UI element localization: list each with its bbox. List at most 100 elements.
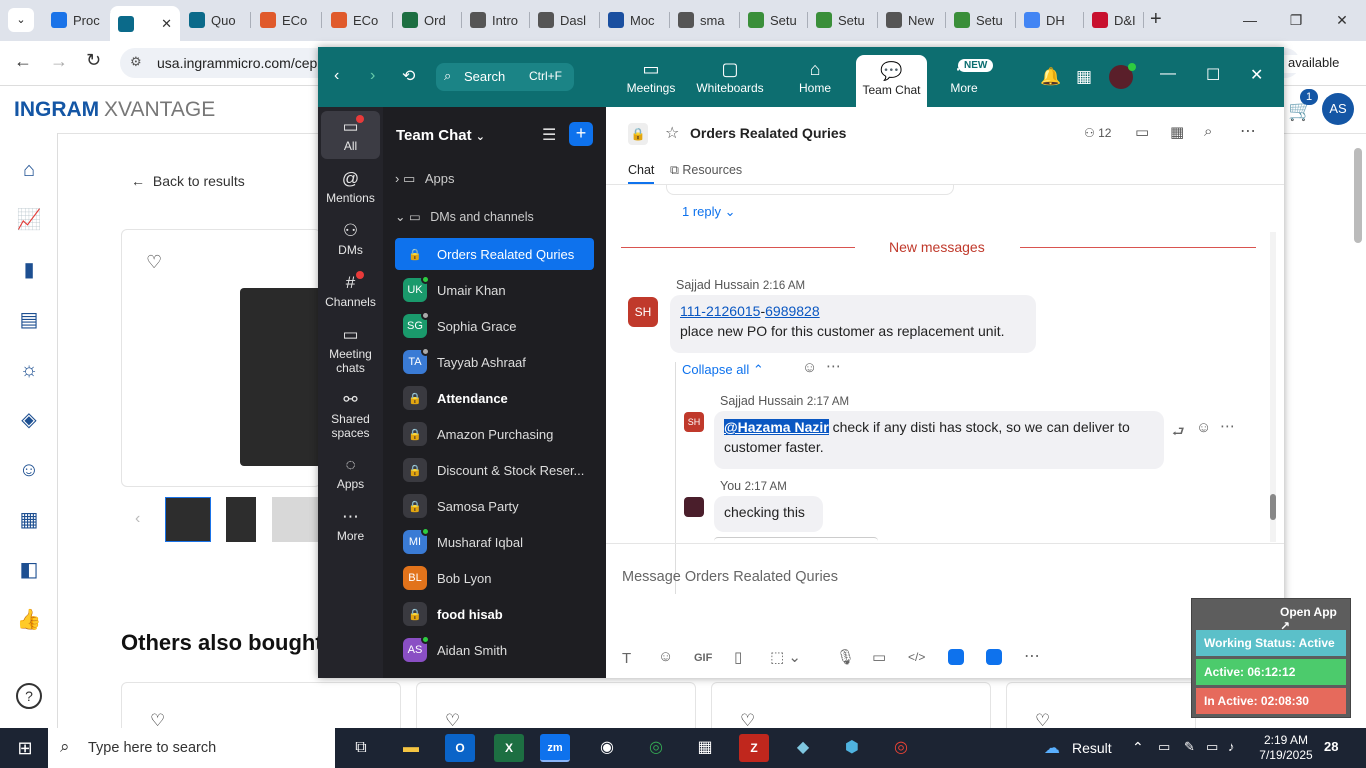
outlook-icon[interactable]: O bbox=[445, 734, 475, 762]
cube-icon[interactable]: ◈ bbox=[16, 407, 42, 433]
channel-item[interactable]: BL Bob Lyon bbox=[395, 562, 594, 594]
browser-tab[interactable]: ✕ bbox=[110, 6, 180, 41]
channel-item[interactable]: 🔒 Attendance bbox=[395, 382, 594, 414]
browser-tab[interactable]: Setu bbox=[808, 6, 878, 34]
more-dots-icon[interactable]: ⋯ bbox=[1240, 121, 1256, 141]
volume-icon[interactable]: ♪ bbox=[1228, 739, 1235, 754]
bag-icon[interactable]: ◧ bbox=[16, 557, 42, 583]
channel-item[interactable]: 🔒 Orders Realated Quries bbox=[395, 238, 594, 270]
tab-resources[interactable]: ⧉ Resources bbox=[670, 163, 742, 178]
code-icon[interactable]: </> bbox=[908, 650, 925, 664]
help-icon[interactable]: ? bbox=[16, 683, 42, 709]
browser-tab[interactable]: Moc bbox=[600, 6, 670, 34]
pen-icon[interactable]: ✎ bbox=[1184, 739, 1195, 755]
emoji-react-icon[interactable]: ☺ bbox=[802, 359, 817, 376]
orders-icon[interactable]: ▤ bbox=[16, 307, 42, 333]
rail-mentions[interactable]: @ Mentions bbox=[321, 167, 380, 205]
star-icon[interactable]: ☆ bbox=[665, 123, 679, 143]
phone-link[interactable]: 6989828 bbox=[765, 303, 820, 319]
reply-icon[interactable]: ⮐ bbox=[1172, 421, 1185, 445]
history-icon[interactable]: ⟲ bbox=[402, 66, 415, 86]
browser-tab[interactable]: ECo bbox=[323, 6, 393, 34]
minimize-icon[interactable]: — bbox=[1230, 8, 1270, 32]
task-view-icon[interactable]: ⧉ bbox=[346, 734, 376, 762]
channel-item[interactable]: 🔒 Samosa Party bbox=[395, 490, 594, 522]
browser-tab[interactable]: Intro bbox=[462, 6, 530, 34]
browser-tab[interactable]: sma bbox=[670, 6, 740, 34]
rail-channels[interactable]: # Channels bbox=[321, 271, 380, 309]
minimize-icon[interactable]: — bbox=[1160, 65, 1176, 83]
app-icon[interactable] bbox=[986, 649, 1002, 665]
browser-tab[interactable]: Dasl bbox=[530, 6, 600, 34]
rail-shared-spaces[interactable]: ⚯ Shared spaces bbox=[321, 388, 380, 440]
nav-team-chat[interactable]: 💬 Team Chat bbox=[856, 55, 927, 107]
taskbar-search[interactable]: ⌕ Type here to search bbox=[48, 728, 335, 768]
file-icon[interactable]: ▯ bbox=[734, 648, 742, 666]
close-tab-icon[interactable]: ✕ bbox=[161, 16, 172, 32]
tab-chat[interactable]: Chat bbox=[628, 163, 655, 184]
page-scrollbar[interactable] bbox=[1354, 148, 1362, 243]
maximize-icon[interactable]: ☐ bbox=[1206, 65, 1220, 85]
browser-tab[interactable]: DH bbox=[1016, 6, 1084, 34]
message-input[interactable]: Message Orders Realated Quries bbox=[622, 569, 838, 585]
back-arrow-icon[interactable]: ← bbox=[14, 51, 32, 72]
format-text-icon[interactable]: T bbox=[622, 650, 631, 667]
message-bubble[interactable]: checking this bbox=[714, 496, 823, 532]
avatar[interactable]: SH bbox=[628, 297, 658, 327]
browser-tab[interactable]: Setu bbox=[740, 6, 808, 34]
calendar-icon[interactable]: ▦ bbox=[1170, 123, 1184, 141]
channel-item[interactable]: TA Tayyab Ashraaf bbox=[395, 346, 594, 378]
idea-icon[interactable]: ☼ bbox=[16, 357, 42, 383]
message-bubble[interactable]: 111-2126015-6989828 place new PO for thi… bbox=[670, 295, 1036, 353]
browser-tab[interactable]: Quo bbox=[181, 6, 251, 34]
thumbs-up-icon[interactable]: 👍 bbox=[16, 607, 42, 633]
rail-meeting-chats[interactable]: ▭ Meeting chats bbox=[321, 323, 380, 375]
chevron-up-icon[interactable]: ⌃ bbox=[1132, 739, 1144, 756]
emoji-react-icon[interactable]: ☺ bbox=[1196, 419, 1211, 436]
calendar-icon[interactable]: ▦ bbox=[16, 507, 42, 533]
thumbnail-2[interactable] bbox=[226, 497, 256, 542]
home-icon[interactable]: ⌂ bbox=[16, 157, 42, 183]
message-bubble[interactable]: @Hazama Nazir check if any disti has sto… bbox=[714, 411, 1164, 469]
browser-tab[interactable]: New bbox=[878, 6, 946, 34]
chat-scrollbar[interactable] bbox=[1270, 494, 1276, 520]
rail-dms[interactable]: ⚇ DMs bbox=[321, 219, 380, 257]
tab-search-icon[interactable]: ⌄ bbox=[8, 8, 34, 32]
apps-section[interactable]: › ▭ Apps bbox=[395, 171, 454, 187]
excel-icon[interactable]: X bbox=[494, 734, 524, 762]
display-icon[interactable]: ▭ bbox=[1206, 739, 1218, 755]
channel-item[interactable]: 🔒 Amazon Purchasing bbox=[395, 418, 594, 450]
back-chevron-icon[interactable]: ‹ bbox=[334, 67, 339, 85]
forward-arrow-icon[interactable]: → bbox=[50, 51, 68, 72]
dms-channels-section[interactable]: ⌄ ▭ DMs and channels bbox=[395, 209, 534, 224]
mention-tag[interactable]: @Hazama Nazir bbox=[724, 419, 829, 435]
close-icon[interactable]: ✕ bbox=[1250, 65, 1263, 85]
emoji-icon[interactable]: ☺ bbox=[658, 648, 673, 665]
phone-link[interactable]: 111-2126015 bbox=[680, 303, 760, 319]
more-dots-icon[interactable]: ⋯ bbox=[1024, 646, 1040, 666]
channel-item[interactable]: AS Aidan Smith bbox=[395, 634, 594, 666]
analytics-icon[interactable]: 📈 bbox=[16, 207, 42, 233]
channel-item[interactable]: MI Musharaf Iqbal bbox=[395, 526, 594, 558]
file-explorer-icon[interactable]: ▬ bbox=[396, 734, 426, 762]
zoom-icon[interactable]: zm bbox=[540, 734, 570, 762]
clock[interactable]: 2:19 AM 7/19/2025 bbox=[1256, 733, 1316, 763]
site-info-icon[interactable]: ⚙ bbox=[130, 54, 142, 70]
channel-item[interactable]: 🔒 Discount & Stock Reser... bbox=[395, 454, 594, 486]
browser-tab[interactable]: ECo bbox=[252, 6, 322, 34]
rail-all[interactable]: ▭ All bbox=[321, 111, 380, 159]
notification-count[interactable]: 28 bbox=[1324, 739, 1338, 754]
more-dots-icon[interactable]: ⋯ bbox=[1220, 417, 1235, 435]
nav-meetings[interactable]: ▭ Meetings bbox=[618, 59, 684, 107]
nav-home[interactable]: ⌂ Home bbox=[784, 59, 846, 107]
browser-tab[interactable]: Proc bbox=[43, 6, 111, 34]
chrome-icon[interactable]: ◎ bbox=[886, 734, 916, 762]
browser-tab[interactable]: Ord bbox=[394, 6, 462, 34]
calendar-icon[interactable]: ▦ bbox=[1076, 67, 1092, 87]
thumbnail-3[interactable] bbox=[272, 497, 318, 542]
add-button[interactable]: + bbox=[569, 122, 593, 146]
channel-item[interactable]: SG Sophia Grace bbox=[395, 310, 594, 342]
search-icon[interactable]: ⌕ bbox=[1204, 123, 1212, 140]
reload-icon[interactable]: ↻ bbox=[86, 50, 101, 71]
browser-tab[interactable]: Setu bbox=[946, 6, 1016, 34]
